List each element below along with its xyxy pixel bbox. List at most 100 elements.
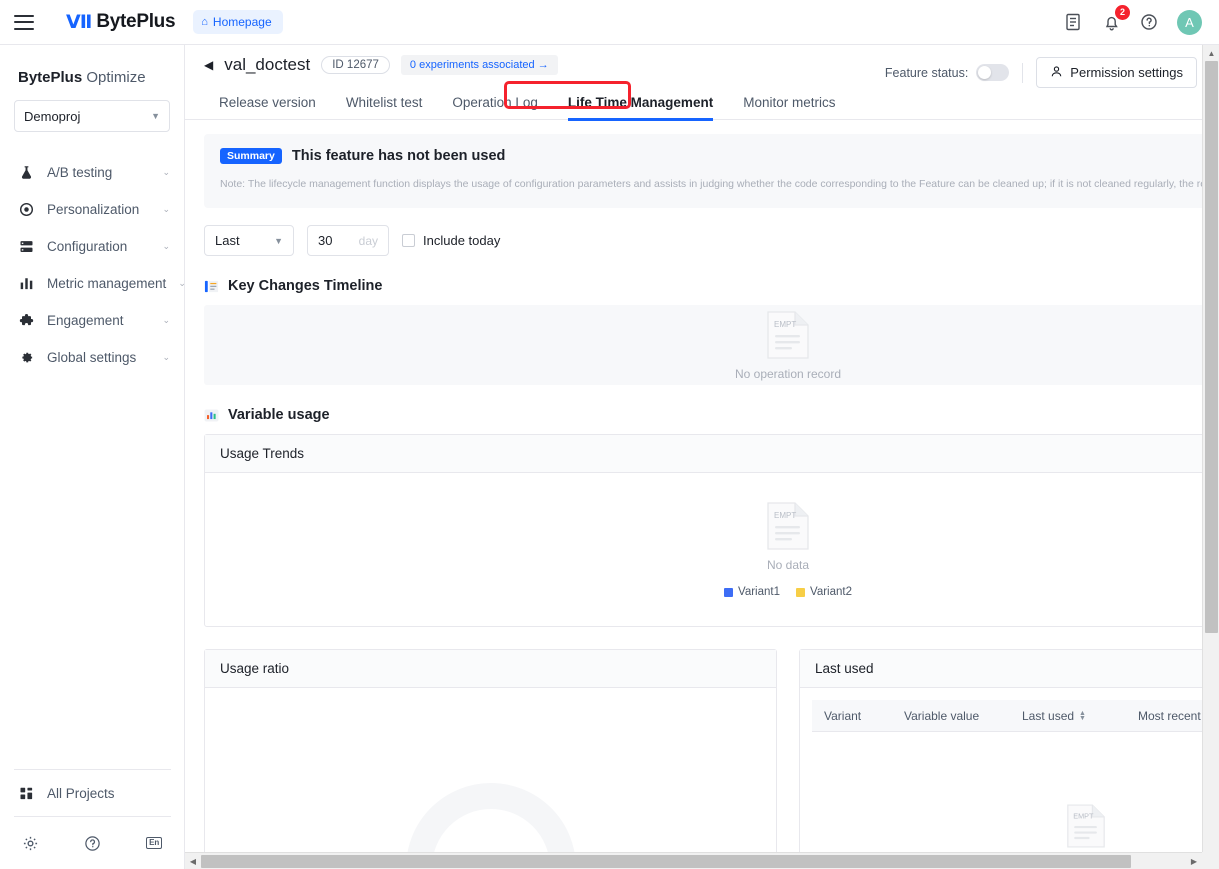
summary-header: Summary This feature has not been used bbox=[220, 148, 1219, 164]
settings-icon[interactable] bbox=[0, 835, 62, 852]
legend-swatch-variant2 bbox=[796, 587, 805, 597]
sidebar-item-engagement[interactable]: Engagement ⌄ bbox=[0, 302, 184, 339]
legend-label-variant1: Variant1 bbox=[738, 586, 780, 599]
empty-document-icon: EMPT bbox=[767, 311, 809, 359]
sidebar-item-global-settings[interactable]: Global settings ⌄ bbox=[0, 339, 184, 376]
experiments-associated-link[interactable]: 0 experiments associated → bbox=[400, 55, 558, 75]
variable-usage-heading: Variable usage bbox=[204, 407, 1219, 423]
column-last-used-label: Last used bbox=[1022, 708, 1075, 723]
feature-status-group: Feature status: bbox=[884, 64, 1010, 81]
vertical-scroll-thumb[interactable] bbox=[1205, 61, 1218, 633]
home-icon: ⌂ bbox=[201, 16, 208, 28]
chevron-down-icon: ⌄ bbox=[162, 315, 170, 325]
project-selector[interactable]: Demoproj ▼ bbox=[14, 100, 170, 132]
flask-icon bbox=[18, 164, 35, 181]
sidebar: BytePlus Optimize Demoproj ▼ A/B testing… bbox=[0, 45, 186, 869]
sidebar-item-personalization[interactable]: Personalization ⌄ bbox=[0, 191, 184, 228]
language-switch-icon[interactable]: En bbox=[123, 837, 185, 849]
toggle-knob bbox=[978, 66, 992, 79]
sidebar-item-ab-testing[interactable]: A/B testing ⌄ bbox=[0, 154, 184, 191]
summary-card: Summary This feature has not been used N… bbox=[204, 134, 1219, 209]
top-bar: Ⅶ BytePlus ⌂ Homepage 2 A bbox=[0, 0, 1219, 45]
notification-badge: 2 bbox=[1115, 5, 1130, 20]
scroll-up-arrow-icon[interactable]: ▲ bbox=[1203, 45, 1219, 61]
tab-bar: Release version Whitelist test Operation… bbox=[185, 81, 1219, 121]
tab-whitelist-test[interactable]: Whitelist test bbox=[331, 86, 438, 120]
last-used-card-title: Last used bbox=[800, 650, 1219, 689]
legend-item-variant1[interactable]: Variant1 bbox=[724, 586, 780, 598]
key-changes-timeline-heading: Key Changes Timeline bbox=[204, 278, 1219, 294]
help-icon[interactable] bbox=[1139, 12, 1159, 32]
sidebar-brand-rest: Optimize bbox=[82, 69, 146, 86]
legend-item-variant2[interactable]: Variant2 bbox=[796, 586, 852, 598]
help-circle-icon[interactable] bbox=[62, 835, 124, 852]
horizontal-scrollbar[interactable]: ◀ ▶ bbox=[185, 852, 1202, 869]
column-last-used[interactable]: Last used ▲ ▼ bbox=[1010, 709, 1126, 723]
docs-icon[interactable] bbox=[1063, 12, 1083, 32]
usage-ratio-chart bbox=[205, 688, 776, 864]
sidebar-label-ab-testing: A/B testing bbox=[47, 165, 113, 180]
chevron-down-icon: ⌄ bbox=[162, 352, 170, 362]
homepage-button[interactable]: ⌂ Homepage bbox=[193, 10, 283, 34]
feature-id-badge: ID 12677 bbox=[321, 56, 390, 74]
include-today-checkbox[interactable]: Include today bbox=[402, 233, 500, 248]
tab-monitor-metrics[interactable]: Monitor metrics bbox=[728, 86, 850, 120]
page-title: val_doctest bbox=[224, 55, 311, 74]
bar-chart-icon bbox=[18, 275, 35, 292]
column-variable-value: Variable value bbox=[892, 709, 1010, 723]
sidebar-bottom: All Projects En bbox=[0, 769, 185, 869]
timeline-empty-state: EMPT No operation record bbox=[735, 310, 841, 381]
byteplus-mark-icon: Ⅶ bbox=[66, 11, 92, 33]
sidebar-item-all-projects[interactable]: All Projects bbox=[0, 770, 185, 816]
legend-label-variant2: Variant2 bbox=[810, 586, 852, 599]
last-used-table-body: Variant Variable value Last used ▲ ▼ Mos… bbox=[800, 688, 1219, 863]
horizontal-scroll-thumb[interactable] bbox=[201, 855, 1131, 868]
feature-status-toggle[interactable] bbox=[976, 64, 1010, 81]
sidebar-label-engagement: Engagement bbox=[47, 313, 124, 328]
svg-text:EMPT: EMPT bbox=[774, 511, 796, 520]
sidebar-product-title: BytePlus Optimize bbox=[0, 45, 184, 86]
chevron-down-icon: ▼ bbox=[274, 235, 283, 246]
summary-note: Note: The lifecycle management function … bbox=[220, 178, 1219, 190]
back-arrow-icon[interactable]: ◀ bbox=[204, 58, 213, 72]
summary-title: This feature has not been used bbox=[291, 148, 506, 164]
tab-operation-log[interactable]: Operation Log bbox=[437, 86, 553, 120]
sidebar-label-personalization: Personalization bbox=[47, 202, 140, 217]
menu-toggle-icon[interactable] bbox=[14, 14, 34, 30]
tab-release-version[interactable]: Release version bbox=[204, 86, 331, 120]
days-input[interactable]: 30 day bbox=[307, 225, 389, 257]
days-unit-label: day bbox=[358, 233, 378, 248]
last-used-empty-state: EMPT bbox=[800, 803, 1219, 849]
summary-tag: Summary bbox=[220, 148, 282, 164]
avatar[interactable]: A bbox=[1177, 9, 1202, 35]
usage-trends-card-title: Usage Trends bbox=[205, 435, 1219, 474]
scroll-left-arrow-icon[interactable]: ◀ bbox=[185, 853, 201, 869]
chevron-down-icon: ⌄ bbox=[162, 204, 170, 214]
scroll-content: ◀ val_doctest ID 12677 0 experiments ass… bbox=[185, 45, 1219, 865]
range-select[interactable]: Last ▼ bbox=[204, 225, 294, 257]
server-icon bbox=[18, 238, 35, 255]
feature-status-label: Feature status: bbox=[884, 65, 969, 80]
column-variant-label: Variant bbox=[824, 708, 862, 723]
sidebar-footer: En bbox=[0, 817, 185, 869]
page-header: ◀ val_doctest ID 12677 0 experiments ass… bbox=[185, 45, 1219, 88]
app-root: Ⅶ BytePlus ⌂ Homepage 2 A BytePlus Optim… bbox=[0, 0, 1219, 869]
scroll-right-arrow-icon[interactable]: ▶ bbox=[1186, 853, 1202, 869]
bottom-cards-row: Usage ratio Last used Variant Variable v… bbox=[204, 649, 1219, 865]
range-select-value: Last bbox=[215, 233, 240, 249]
sidebar-item-configuration[interactable]: Configuration ⌄ bbox=[0, 228, 184, 265]
permission-settings-button[interactable]: Permission settings bbox=[1036, 57, 1198, 88]
sidebar-nav: A/B testing ⌄ Personalization ⌄ Configur… bbox=[0, 154, 186, 376]
vertical-scrollbar[interactable]: ▲ ▼ bbox=[1202, 45, 1219, 869]
homepage-label: Homepage bbox=[212, 15, 272, 29]
brand-logo[interactable]: Ⅶ BytePlus bbox=[66, 11, 176, 33]
tab-life-time-management[interactable]: Life Time Management bbox=[553, 86, 728, 121]
usage-ratio-card: Usage ratio bbox=[204, 649, 777, 865]
table-header-row: Variant Variable value Last used ▲ ▼ Mos… bbox=[812, 700, 1219, 733]
notifications-icon[interactable]: 2 bbox=[1101, 5, 1130, 32]
user-icon bbox=[1050, 65, 1063, 81]
sidebar-item-metric-management[interactable]: Metric management ⌄ bbox=[0, 265, 186, 302]
brand-name-label: BytePlus bbox=[96, 11, 176, 32]
sort-arrows-icon[interactable]: ▲ ▼ bbox=[1079, 710, 1086, 722]
scrollbar-corner bbox=[1202, 852, 1219, 869]
